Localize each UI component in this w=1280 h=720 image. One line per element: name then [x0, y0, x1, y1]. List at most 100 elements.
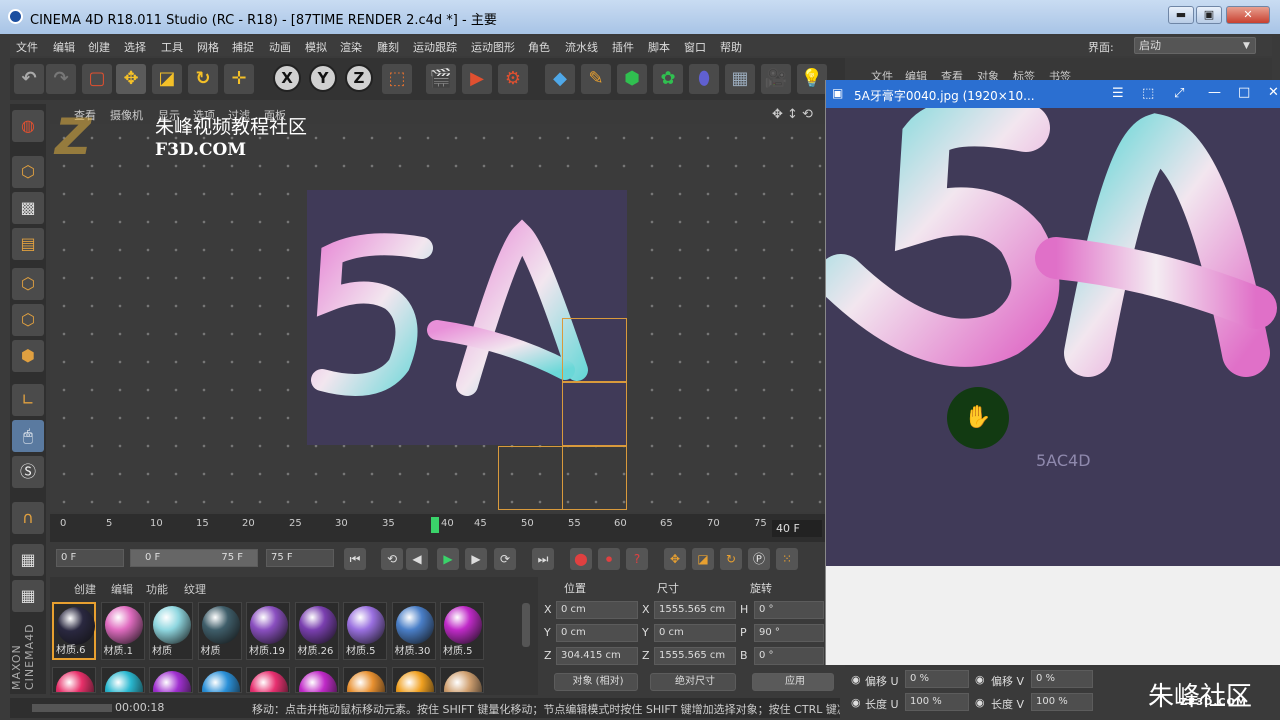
record-keyframe-icon[interactable]: ⬤ — [570, 548, 592, 570]
axis-mode-icon[interactable]: ∟ — [12, 384, 44, 416]
x-axis-lock-icon[interactable]: X — [273, 64, 301, 92]
cube-primitive-icon[interactable]: ◆ — [545, 64, 575, 94]
render-settings-icon[interactable]: ⚙ — [498, 64, 528, 94]
keyframe-selection-icon[interactable]: ? — [626, 548, 648, 570]
menu-mesh[interactable]: 网格 — [197, 39, 219, 55]
material-scrollbar[interactable] — [522, 603, 530, 647]
material-swatch[interactable]: 材质 — [197, 602, 242, 660]
rotate-tool-icon[interactable]: ↻ — [188, 64, 218, 94]
frame-range-slider[interactable]: 0 F 75 F — [130, 549, 258, 567]
length-u-field[interactable]: 100 % — [905, 693, 969, 711]
model-mode-icon[interactable]: ⬡ — [12, 156, 44, 188]
move-tool-icon[interactable]: ✥ — [116, 64, 146, 94]
previous-frame-icon[interactable]: ◀ — [406, 548, 428, 570]
timeline-ruler[interactable]: 0 5 10 15 20 25 30 35 40 45 50 55 60 65 … — [50, 514, 825, 542]
material-swatch[interactable] — [246, 667, 290, 693]
layout-select[interactable]: 启动 ▼ — [1134, 37, 1256, 54]
size-field[interactable]: 1555.565 cm — [654, 647, 736, 665]
coordinate-system-icon[interactable]: ⬚ — [382, 64, 412, 94]
radio-icon[interactable]: ◉ — [975, 673, 985, 686]
rotation-field[interactable]: 0 ° — [754, 647, 824, 665]
material-swatch[interactable] — [52, 667, 96, 693]
position-field[interactable]: 0 cm — [556, 624, 638, 642]
play-icon[interactable]: ▶ — [437, 548, 459, 570]
minimize-button[interactable]: ▬ — [1168, 6, 1194, 24]
material-swatch[interactable]: 材质.5 — [343, 602, 387, 660]
radio-icon[interactable]: ◉ — [851, 696, 861, 709]
start-frame-field[interactable]: 0 F — [56, 549, 124, 567]
key-parameter-icon[interactable]: Ⓟ — [748, 548, 770, 570]
size-field[interactable]: 0 cm — [654, 624, 736, 642]
3d-viewport[interactable] — [50, 124, 825, 512]
menu-file[interactable]: 文件 — [16, 39, 38, 55]
next-frame-icon[interactable]: ▶ — [465, 548, 487, 570]
menu-animate[interactable]: 动画 — [269, 39, 291, 55]
camera-icon[interactable]: 🎥 — [761, 64, 791, 94]
magnet-icon[interactable]: ∩ — [12, 502, 44, 534]
locked-workplane-icon[interactable]: ▦ — [12, 580, 44, 612]
key-rotation-icon[interactable]: ↻ — [720, 548, 742, 570]
maximize-button[interactable]: ▣ — [1196, 6, 1222, 24]
key-pla-icon[interactable]: ⁙ — [776, 548, 798, 570]
key-scale-icon[interactable]: ◪ — [692, 548, 714, 570]
rotation-field[interactable]: 90 ° — [754, 624, 824, 642]
redo-icon[interactable]: ↷ — [46, 64, 76, 94]
material-swatch[interactable] — [294, 667, 339, 693]
menu-pipeline[interactable]: 流水线 — [565, 39, 598, 55]
material-swatch[interactable] — [391, 667, 436, 693]
menu-motion-tracking[interactable]: 运动跟踪 — [413, 39, 457, 55]
material-swatch[interactable] — [149, 667, 193, 693]
coordinate-mode-select[interactable]: 对象 (相对) — [554, 673, 638, 691]
key-position-icon[interactable]: ✥ — [664, 548, 686, 570]
offset-u-field[interactable]: 0 % — [905, 670, 969, 688]
previous-key-icon[interactable]: ⟲ — [381, 548, 403, 570]
cloner-icon[interactable]: ✿ — [653, 64, 683, 94]
pv-close-icon[interactable]: ✕ — [1268, 85, 1279, 100]
material-swatch[interactable]: 材质.5 — [440, 602, 484, 660]
rotation-field[interactable]: 0 ° — [754, 601, 824, 619]
timeline-playhead[interactable] — [431, 517, 439, 533]
size-mode-select[interactable]: 绝对尺寸 — [650, 673, 736, 691]
menu-render[interactable]: 渲染 — [340, 39, 362, 55]
next-key-icon[interactable]: ⟳ — [494, 548, 516, 570]
material-swatch[interactable]: 材质.19 — [246, 602, 290, 660]
menu-mograph[interactable]: 运动图形 — [471, 39, 515, 55]
material-swatch[interactable]: 材质.6 — [52, 602, 96, 660]
menu-simulate[interactable]: 模拟 — [305, 39, 327, 55]
recent-tool-icon[interactable]: ✛ — [224, 64, 254, 94]
pv-minimize-icon[interactable]: — — [1208, 85, 1221, 100]
radio-icon[interactable]: ◉ — [975, 696, 985, 709]
material-swatch[interactable] — [100, 667, 145, 693]
menu-window[interactable]: 窗口 — [684, 39, 706, 55]
menu-create[interactable]: 创建 — [88, 39, 110, 55]
material-menu-create[interactable]: 创建 — [74, 581, 96, 597]
close-button[interactable]: ✕ — [1226, 6, 1270, 24]
menu-select[interactable]: 选择 — [124, 39, 146, 55]
points-mode-icon[interactable]: ⬡ — [12, 268, 44, 300]
end-frame-field[interactable]: 75 F — [266, 549, 334, 567]
deformer-icon[interactable]: ⬮ — [689, 64, 719, 94]
material-swatch[interactable] — [440, 667, 484, 693]
menu-script[interactable]: 脚本 — [648, 39, 670, 55]
material-swatch[interactable] — [343, 667, 387, 693]
rendered-image[interactable]: 5AC4D ✋ — [826, 108, 1280, 566]
material-swatch[interactable]: 材质.1 — [100, 602, 145, 660]
scale-tool-icon[interactable]: ◪ — [152, 64, 182, 94]
grid-icon[interactable]: ▦ — [12, 544, 44, 576]
tweak-mode-icon[interactable]: 🖱 — [12, 420, 44, 452]
menu-plugins[interactable]: 插件 — [612, 39, 634, 55]
floor-icon[interactable]: ▦ — [725, 64, 755, 94]
edges-mode-icon[interactable]: ⬡ — [12, 304, 44, 336]
workplane-icon[interactable]: ▤ — [12, 228, 44, 260]
pen-spline-icon[interactable]: ✎ — [581, 64, 611, 94]
render-view-icon[interactable]: 🎬 — [426, 64, 456, 94]
menu-help[interactable]: 帮助 — [720, 39, 742, 55]
material-menu-edit[interactable]: 编辑 — [111, 581, 133, 597]
position-field[interactable]: 0 cm — [556, 601, 638, 619]
autokey-icon[interactable]: ⏺ — [598, 548, 620, 570]
fullscreen-icon[interactable]: ⤢ — [1174, 86, 1184, 101]
window-layout-icon[interactable]: ⬚ — [1142, 86, 1154, 101]
current-frame-display[interactable]: 40 F — [772, 520, 822, 537]
apply-button[interactable]: 应用 — [752, 673, 834, 691]
snap-icon[interactable]: Ⓢ — [12, 456, 44, 488]
